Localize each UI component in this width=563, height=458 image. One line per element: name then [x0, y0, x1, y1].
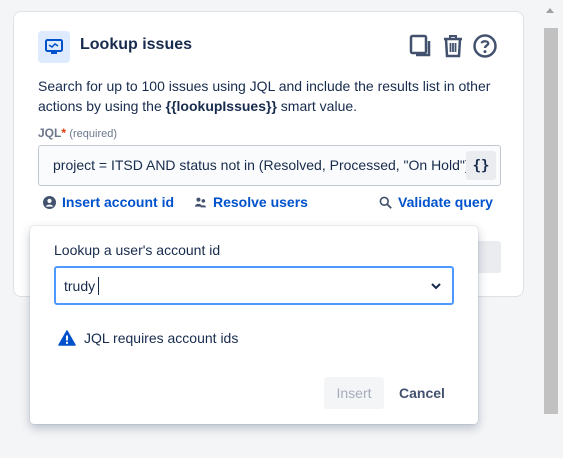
page-title: Lookup issues — [80, 36, 193, 53]
user-search-value: trudy — [64, 278, 96, 294]
delete-icon[interactable] — [440, 33, 466, 59]
lookup-account-id-popup: Lookup a user's account id trudy JQL req… — [30, 226, 478, 424]
insert-account-id-link[interactable]: Insert account id — [43, 194, 174, 210]
scroll-up-arrow-icon[interactable] — [545, 6, 555, 14]
monitor-icon — [38, 31, 70, 63]
scrollbar-thumb[interactable] — [544, 28, 558, 414]
smart-value-braces-button[interactable]: {} — [466, 151, 496, 180]
warning-message: JQL requires account ids — [58, 330, 238, 346]
validate-query-link[interactable]: Validate query — [379, 194, 493, 210]
text-cursor — [98, 277, 99, 295]
smart-value: {{lookupIssues}} — [165, 98, 277, 114]
description-text: Search for up to 100 issues using JQL an… — [38, 78, 491, 114]
copy-icon[interactable] — [408, 33, 434, 59]
search-icon — [379, 196, 392, 209]
help-icon[interactable] — [472, 33, 498, 59]
user-icon — [43, 195, 56, 209]
jql-label: JQL* (required) — [38, 126, 118, 140]
jql-input[interactable]: project = ITSD AND status not in (Resolv… — [38, 145, 501, 186]
warning-icon — [58, 330, 76, 346]
people-icon — [194, 197, 207, 207]
jql-input-value: project = ITSD AND status not in (Resolv… — [53, 157, 470, 173]
scrollbar[interactable] — [541, 0, 563, 458]
resolve-users-link[interactable]: Resolve users — [194, 194, 308, 210]
popup-label: Lookup a user's account id — [54, 242, 221, 258]
insert-button[interactable]: Insert — [324, 377, 384, 409]
chevron-down-icon[interactable] — [428, 278, 444, 299]
cancel-button[interactable]: Cancel — [392, 377, 452, 409]
user-search-input[interactable]: trudy — [54, 266, 454, 305]
